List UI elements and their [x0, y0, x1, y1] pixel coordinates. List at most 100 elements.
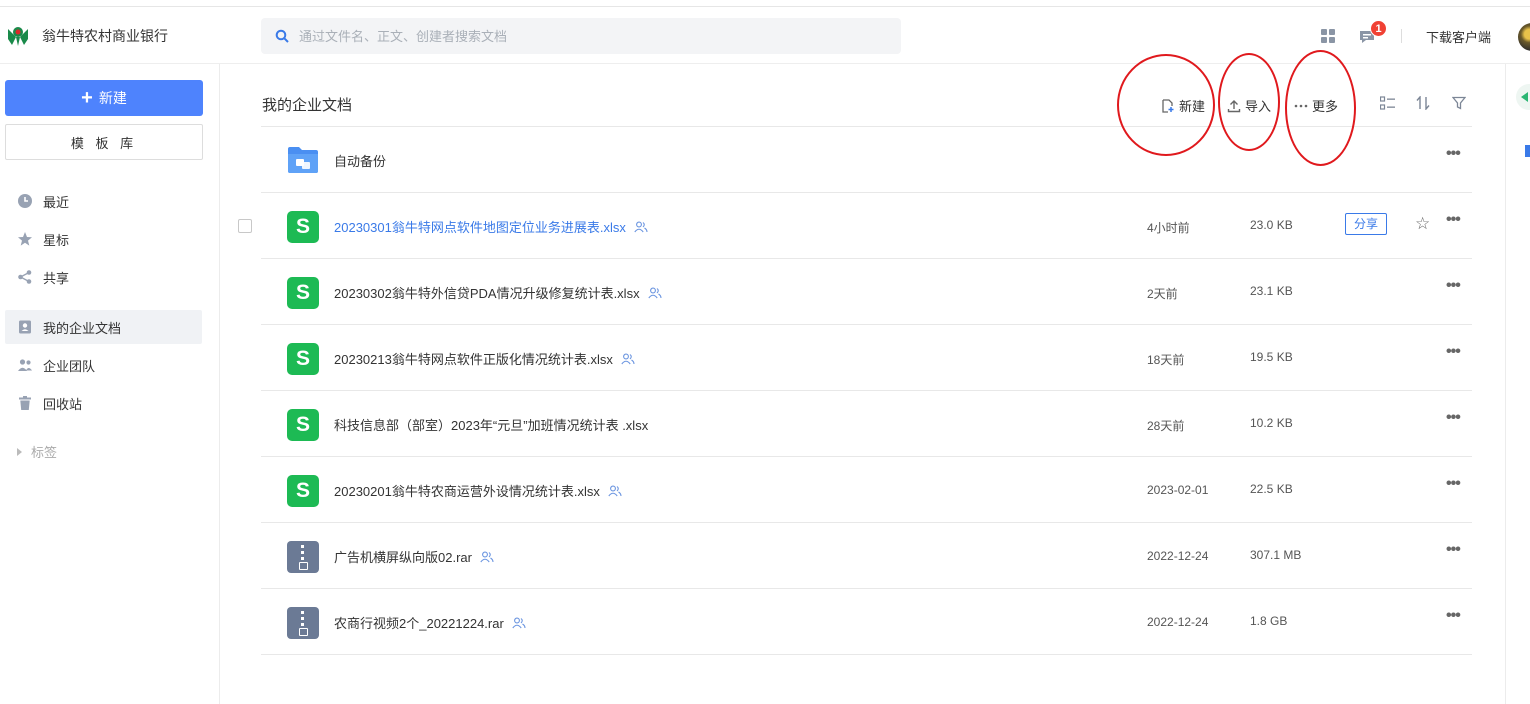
bank-logo-icon	[6, 25, 30, 47]
file-size: 10.2 KB	[1250, 416, 1293, 430]
sidebar-item-my-enterprise-docs[interactable]: 我的企业文档	[5, 310, 202, 344]
modified-time: 2天前	[1147, 287, 1178, 301]
spreadsheet-icon: S	[287, 343, 319, 375]
notification-badge: 1	[1370, 20, 1387, 37]
row-checkbox[interactable]	[238, 219, 252, 233]
more-actions-icon[interactable]: •••	[1446, 541, 1461, 559]
table-row-file[interactable]: S 20230301翁牛特网点软件地图定位业务进展表.xlsx 4小时前 23.…	[238, 193, 1472, 259]
share-button[interactable]: 分享	[1345, 213, 1387, 235]
collaborator-icon	[621, 353, 635, 365]
template-library-button[interactable]: 模 板 库	[5, 124, 203, 160]
file-name[interactable]: 自动备份	[334, 151, 386, 170]
file-size: 1.8 GB	[1250, 614, 1288, 628]
page-title: 我的企业文档	[262, 97, 353, 114]
list-view-icon[interactable]	[1379, 96, 1395, 113]
collapse-panel-icon[interactable]	[1516, 84, 1530, 110]
modified-time: 2022-12-24	[1147, 615, 1209, 629]
table-row-file[interactable]: S 20230201翁牛特农商运营外设情况统计表.xlsx 2023-02-01…	[261, 457, 1472, 523]
modified-time: 28天前	[1147, 419, 1185, 433]
file-size: 23.0 KB	[1250, 218, 1293, 232]
sidebar-item-shared[interactable]: 共享	[5, 260, 202, 294]
spreadsheet-icon: S	[287, 277, 319, 309]
modified-time: 2023-02-01	[1147, 483, 1209, 497]
upload-icon	[1227, 99, 1241, 113]
archive-icon	[287, 607, 319, 639]
more-actions-icon[interactable]: •••	[1446, 343, 1461, 361]
user-doc-icon	[17, 319, 33, 335]
search-icon	[275, 29, 289, 43]
ellipsis-icon	[1294, 99, 1308, 113]
new-file-icon	[1161, 98, 1175, 113]
share-icon	[17, 269, 33, 285]
collaborator-icon	[512, 617, 526, 629]
more-actions-icon[interactable]: •••	[1446, 475, 1461, 493]
clock-icon	[17, 193, 33, 209]
tags-section[interactable]: 标签	[17, 442, 57, 461]
table-row-file[interactable]: 广告机横屏纵向版02.rar 2022-12-24 307.1 MB •••	[261, 523, 1472, 589]
sidebar: + 新建 模 板 库 最近 星标 共享 我的企业文档 企业团队 回收站 标签	[0, 64, 220, 704]
modified-time: 4小时前	[1147, 221, 1190, 235]
table-row-file[interactable]: S 20230302翁牛特外信贷PDA情况升级修复统计表.xlsx 2天前 23…	[261, 259, 1472, 325]
file-name[interactable]: 农商行视频2个_20221224.rar	[334, 613, 526, 632]
more-actions-icon[interactable]: •••	[1446, 607, 1461, 625]
apps-grid-icon[interactable]	[1321, 29, 1335, 43]
more-actions-icon[interactable]: •••	[1446, 145, 1461, 163]
file-size: 307.1 MB	[1250, 548, 1302, 562]
sidebar-item-label: 共享	[43, 270, 70, 286]
table-row-file[interactable]: S 科技信息部（部室）2023年“元旦”加班情况统计表 .xlsx 28天前 1…	[261, 391, 1472, 457]
file-name[interactable]: 科技信息部（部室）2023年“元旦”加班情况统计表 .xlsx	[334, 415, 648, 434]
sidebar-item-starred[interactable]: 星标	[5, 222, 202, 256]
sidebar-item-enterprise-team[interactable]: 企业团队	[5, 348, 202, 382]
search-input[interactable]	[299, 28, 859, 44]
brand[interactable]: 翁牛特农村商业银行	[6, 25, 168, 47]
table-row-folder[interactable]: 自动备份 •••	[261, 127, 1472, 193]
file-size: 19.5 KB	[1250, 350, 1293, 364]
file-name[interactable]: 20230201翁牛特农商运营外设情况统计表.xlsx	[334, 481, 622, 500]
download-client-link[interactable]: 下载客户端	[1426, 27, 1491, 46]
collaborator-icon	[608, 485, 622, 497]
more-actions-icon[interactable]: •••	[1446, 211, 1461, 229]
right-panel-indicator	[1525, 145, 1530, 157]
modified-time: 2022-12-24	[1147, 549, 1209, 563]
sidebar-item-label: 星标	[43, 232, 70, 248]
star-icon	[17, 231, 33, 247]
top-bar: 翁牛特农村商业银行 1 下载客户端	[0, 6, 1530, 64]
filter-icon[interactable]	[1451, 96, 1467, 113]
toolbar-import-label: 导入	[1245, 99, 1272, 114]
file-name[interactable]: 20230301翁牛特网点软件地图定位业务进展表.xlsx	[334, 217, 648, 236]
toolbar-more-button[interactable]: 更多	[1294, 96, 1338, 115]
tags-label: 标签	[31, 445, 58, 460]
new-button-label: 新建	[98, 90, 127, 106]
spreadsheet-icon: S	[287, 211, 319, 243]
sidebar-item-recent[interactable]: 最近	[5, 184, 202, 218]
table-row-file[interactable]: S 20230213翁牛特网点软件正版化情况统计表.xlsx 18天前 19.5…	[261, 325, 1472, 391]
folder-icon	[287, 145, 319, 177]
table-row-file[interactable]: 农商行视频2个_20221224.rar 2022-12-24 1.8 GB •…	[261, 589, 1472, 655]
more-actions-icon[interactable]: •••	[1446, 409, 1461, 427]
file-name[interactable]: 广告机横屏纵向版02.rar	[334, 547, 494, 566]
spreadsheet-icon: S	[287, 409, 319, 441]
search-bar[interactable]	[261, 18, 901, 54]
star-icon[interactable]: ☆	[1415, 215, 1430, 232]
sidebar-item-recycle-bin[interactable]: 回收站	[5, 386, 202, 420]
file-name[interactable]: 20230213翁牛特网点软件正版化情况统计表.xlsx	[334, 349, 635, 368]
sidebar-item-label: 企业团队	[43, 358, 96, 374]
file-name[interactable]: 20230302翁牛特外信贷PDA情况升级修复统计表.xlsx	[334, 283, 662, 302]
collaborator-icon	[647, 287, 662, 299]
spreadsheet-icon: S	[287, 475, 319, 507]
new-button[interactable]: + 新建	[5, 80, 203, 116]
more-actions-icon[interactable]: •••	[1446, 277, 1461, 295]
collaborator-icon	[480, 551, 494, 563]
team-icon	[17, 357, 33, 373]
toolbar-more-label: 更多	[1312, 99, 1339, 114]
trash-icon	[17, 395, 33, 411]
modified-time: 18天前	[1147, 353, 1185, 367]
sidebar-item-label: 我的企业文档	[43, 320, 122, 336]
toolbar-new-button[interactable]: 新建	[1161, 96, 1205, 115]
file-size: 22.5 KB	[1250, 482, 1293, 496]
right-panel-divider	[1505, 64, 1506, 704]
avatar[interactable]	[1518, 23, 1530, 51]
sort-icon[interactable]	[1416, 95, 1430, 113]
divider	[1401, 29, 1402, 43]
toolbar-import-button[interactable]: 导入	[1227, 96, 1271, 115]
